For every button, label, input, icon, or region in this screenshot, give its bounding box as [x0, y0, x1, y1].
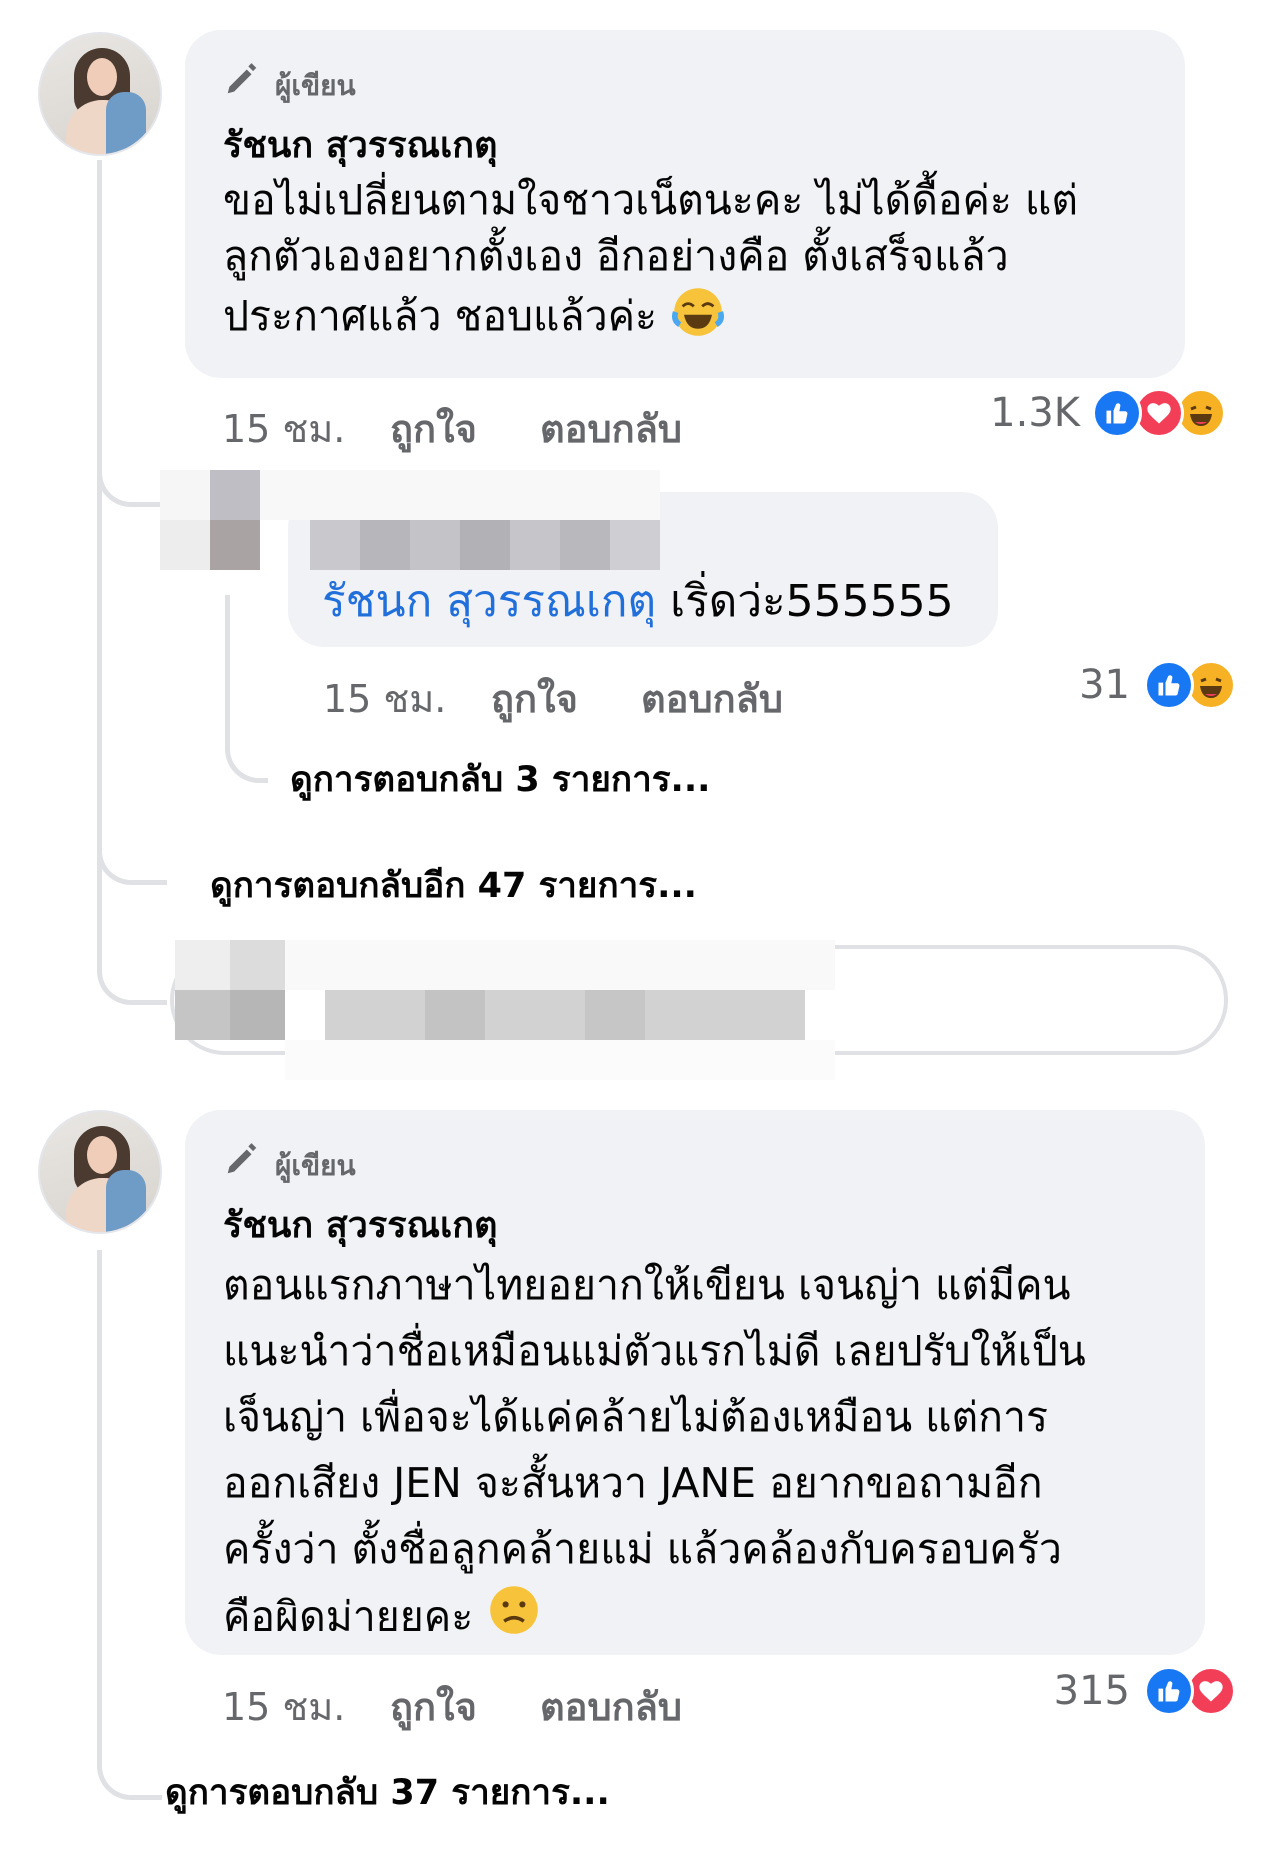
- pen-icon: [223, 1140, 261, 1182]
- reply-button[interactable]: ตอบกลับ: [641, 668, 783, 729]
- thread-curve-more: [97, 820, 167, 885]
- thread-line-nested: [225, 595, 230, 700]
- pixelated-composer-text: [285, 940, 835, 1080]
- reaction-icons[interactable]: [1144, 1666, 1254, 1718]
- comment-text-line: ตอนแรกภาษาไทยอยากให้เขียน เจนญ่า แต่มีคน: [223, 1261, 1071, 1309]
- comment-bubble: ผู้เขียน รัชนก สุวรรณเกตุ ขอไม่เปลี่ยนตา…: [185, 30, 1185, 378]
- comment-actions: 15 ชม. ถูกใจ ตอบกลับ: [222, 1676, 722, 1729]
- pixelated-composer-avatar: [175, 940, 285, 1040]
- reaction-count[interactable]: 1.3K: [920, 390, 1080, 436]
- commenter-name[interactable]: รัชนก สุวรรณเกตุ: [223, 116, 497, 173]
- comment-time[interactable]: 15 ชม.: [222, 398, 345, 459]
- comment-text: ตอนแรกภาษาไทยอยากให้เขียน เจนญ่า แต่มีคน…: [223, 1252, 1086, 1657]
- avatar[interactable]: [38, 32, 162, 156]
- mention-link[interactable]: รัชนก สุวรรณเกตุ: [322, 576, 656, 627]
- confused-face-emoji: [486, 1582, 542, 1657]
- like-button[interactable]: ถูกใจ: [491, 668, 578, 729]
- comment-text-line: ขอไม่เปลี่ยนตามใจชาวเน็ตนะคะ ไม่ได้ดื้อค…: [223, 176, 1078, 224]
- author-badge: ผู้เขียน: [275, 1149, 356, 1182]
- comment-time[interactable]: 15 ชม.: [222, 1676, 345, 1737]
- reply-actions: 15 ชม. ถูกใจ ตอบกลับ: [323, 668, 823, 721]
- thread-curve-composer: [97, 925, 167, 1005]
- reaction-count[interactable]: 31: [1000, 662, 1130, 708]
- comment-text-line: ประกาศแล้ว ชอบแล้วค่ะ: [223, 284, 1078, 354]
- view-replies-link[interactable]: ดูการตอบกลับ 37 รายการ...: [165, 1765, 610, 1820]
- comment-text-line: ครั้งว่า ตั้งชื่อลูกคล้ายแม่ แล้วคล้องกั…: [223, 1525, 1062, 1573]
- like-icon: [1144, 660, 1194, 710]
- like-icon: [1092, 388, 1142, 438]
- comment-text-line: ออกเสียง JEN จะสั้นหวา JANE อยากขอถามอีก: [223, 1459, 1043, 1507]
- like-icon: [1144, 1666, 1194, 1716]
- reply-text: รัชนก สุวรรณเกตุ เริ่ดว่ะ555555: [322, 574, 954, 630]
- avatar[interactable]: [38, 1110, 162, 1234]
- comment-time[interactable]: 15 ชม.: [323, 668, 446, 729]
- reply-body: เริ่ดว่ะ555555: [656, 576, 954, 627]
- pen-icon: [223, 60, 261, 102]
- laughing-tears-emoji: [670, 284, 726, 354]
- view-more-replies-link[interactable]: ดูการตอบกลับอีก 47 รายการ...: [210, 858, 697, 913]
- comment-text-line: คือผิดม่ายยคะ: [223, 1582, 1086, 1657]
- comment-text-line: แนะนำว่าชื่อเหมือนแม่ตัวแรกไม่ดี เลยปรับ…: [223, 1327, 1086, 1375]
- comment-actions: 15 ชม. ถูกใจ ตอบกลับ: [222, 398, 722, 451]
- view-nested-replies-link[interactable]: ดูการตอบกลับ 3 รายการ...: [290, 752, 710, 807]
- comment-bubble: ผู้เขียน รัชนก สุวรรณเกตุ ตอนแรกภาษาไทยอ…: [185, 1110, 1205, 1655]
- comment-text-line: ลูกตัวเองอยากตั้งเอง อีกอย่างคือ ตั้งเสร…: [223, 232, 1009, 280]
- pixelated-avatar: [160, 470, 260, 570]
- commenter-name[interactable]: รัชนก สุวรรณเกตุ: [223, 1196, 497, 1253]
- comment-text-line: เจ็นญ่า เพื่อจะได้แค่คล้ายไม่ต้องเหมือน …: [223, 1393, 1049, 1441]
- author-badge: ผู้เขียน: [275, 69, 356, 102]
- thread-curve-nested: [225, 700, 268, 783]
- comment-text-segment: คือผิดม่ายยคะ: [223, 1592, 474, 1641]
- comment-text: ขอไม่เปลี่ยนตามใจชาวเน็ตนะคะ ไม่ได้ดื้อค…: [223, 172, 1078, 354]
- like-button[interactable]: ถูกใจ: [390, 398, 477, 459]
- comment-text-segment: ประกาศแล้ว ชอบแล้วค่ะ: [223, 292, 658, 340]
- reaction-icons[interactable]: [1092, 388, 1252, 440]
- reaction-count[interactable]: 315: [1000, 1668, 1130, 1714]
- reply-button[interactable]: ตอบกลับ: [540, 398, 682, 459]
- thread-curve-bottom: [97, 1250, 162, 1800]
- like-button[interactable]: ถูกใจ: [390, 1676, 477, 1737]
- reply-button[interactable]: ตอบกลับ: [540, 1676, 682, 1737]
- pixelated-name: [260, 470, 660, 570]
- reaction-icons[interactable]: [1144, 660, 1254, 712]
